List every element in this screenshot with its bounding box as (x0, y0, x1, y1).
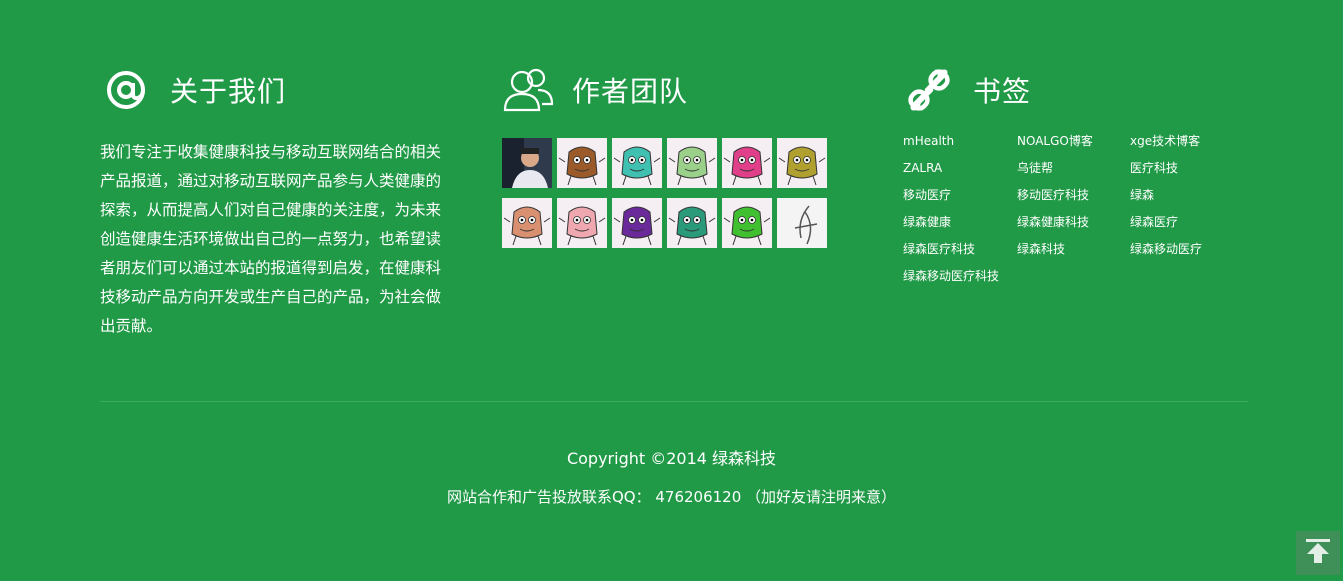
bookmark-links: mHealth NOALGO博客 xge技术博客 ZALRA 乌徒帮 医疗科技移动医疗 移动… (903, 132, 1248, 285)
bookmark-link[interactable]: ZALRA (903, 159, 1017, 177)
about-header: 关于我们 (100, 62, 445, 118)
bookmark-link[interactable]: 移动医疗 (903, 186, 1017, 204)
bookmark-link[interactable]: 医疗科技 (1130, 159, 1244, 177)
contact-text: 网站合作和广告投放联系QQ： 476206120 （加好友请注明来意） (446, 488, 897, 506)
team-avatar[interactable] (502, 198, 552, 248)
team-avatar[interactable] (557, 198, 607, 248)
bookmark-link[interactable]: 绿森移动医疗科技 (903, 267, 1017, 285)
about-section: 关于我们 我们专注于收集健康科技与移动互联网结合的相关产品报道，通过对移动互联网… (100, 62, 445, 341)
bookmark-link[interactable]: xge技术博客 (1130, 132, 1244, 150)
team-avatar[interactable] (612, 198, 662, 248)
users-icon (502, 64, 554, 116)
about-title: 关于我们 (170, 75, 287, 108)
site-footer: 关于我们 我们专注于收集健康科技与移动互联网结合的相关产品报道，通过对移动互联网… (0, 0, 1343, 581)
team-avatar[interactable] (667, 138, 717, 188)
at-icon (100, 64, 152, 116)
bookmark-link[interactable]: mHealth (903, 132, 1017, 150)
bookmarks-header: 书签 (903, 62, 1248, 118)
team-avatar[interactable] (777, 198, 827, 248)
team-avatar[interactable] (722, 198, 772, 248)
bookmark-link[interactable]: 绿森健康 (903, 213, 1017, 231)
team-avatar[interactable] (557, 138, 607, 188)
bookmark-link[interactable]: 绿森医疗科技 (903, 240, 1017, 258)
footer-divider (100, 401, 1248, 402)
team-avatar[interactable] (612, 138, 662, 188)
link-icon (903, 64, 955, 116)
about-text: 我们专注于收集健康科技与移动互联网结合的相关产品报道，通过对移动互联网产品参与人… (100, 143, 442, 335)
bookmark-link[interactable]: 绿森医疗 (1130, 213, 1244, 231)
bookmarks-section: 书签 mHealth NOALGO博客 xge技术博客 ZALRA 乌徒帮 医疗科技 移动医… (903, 62, 1248, 285)
team-section: 作者团队 (502, 62, 842, 248)
bookmarks-title: 书签 (973, 75, 1032, 108)
team-avatar[interactable] (667, 198, 717, 248)
bookmark-link[interactable]: 绿森健康科技 (1017, 213, 1130, 231)
copyright-text: Copyright ©2014 绿森科技 (566, 449, 777, 468)
team-avatar[interactable] (502, 138, 552, 188)
team-header: 作者团队 (502, 62, 842, 118)
bookmark-link[interactable]: NOALGO博客 (1017, 132, 1130, 150)
team-avatar[interactable] (777, 138, 827, 188)
team-avatars (502, 138, 842, 248)
bookmark-link[interactable]: 绿森移动医疗 (1130, 240, 1244, 258)
bookmark-link[interactable]: 移动医疗科技 (1017, 186, 1130, 204)
bookmark-link[interactable]: 绿森科技 (1017, 240, 1130, 258)
team-title: 作者团队 (572, 75, 689, 108)
back-to-top-icon (1304, 537, 1332, 569)
bookmark-link[interactable]: 乌徒帮 (1017, 159, 1130, 177)
bookmark-link[interactable]: 绿森 (1130, 186, 1244, 204)
team-avatar[interactable] (722, 138, 772, 188)
back-to-top-button[interactable] (1296, 531, 1340, 575)
